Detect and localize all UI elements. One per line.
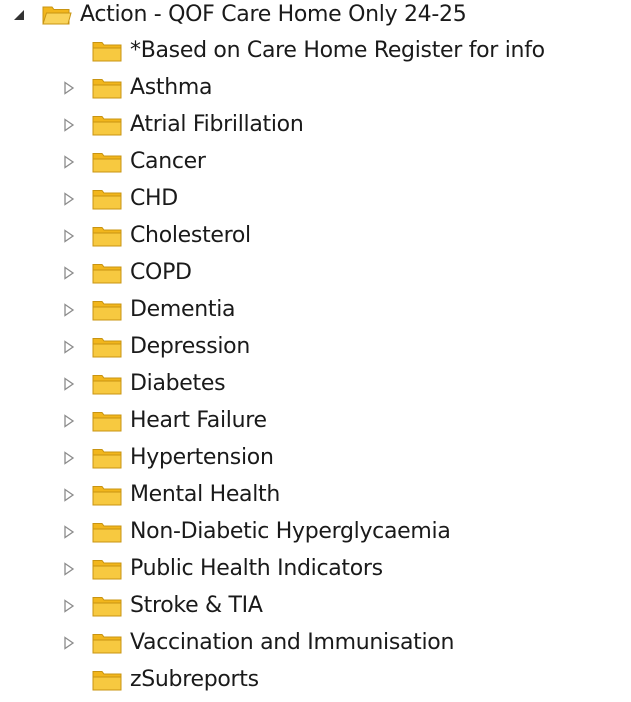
tree-node-label: Mental Health — [130, 482, 281, 507]
tree-node-label: Diabetes — [130, 371, 226, 396]
folder-icon — [92, 372, 122, 396]
tree-node-label: Stroke & TIA — [130, 593, 263, 618]
folder-icon — [92, 594, 122, 618]
tree-node-label: Depression — [130, 334, 250, 359]
tree-node-label: Atrial Fibrillation — [130, 112, 304, 137]
tree-node[interactable]: Vaccination and Immunisation — [60, 626, 454, 660]
folder-tree: Action - QOF Care Home Only 24-25 *Based… — [0, 0, 631, 702]
tree-node[interactable]: Non-Diabetic Hyperglycaemia — [60, 515, 451, 549]
collapsed-arrow-icon[interactable] — [60, 301, 78, 319]
collapsed-arrow-icon[interactable] — [60, 597, 78, 615]
tree-node[interactable]: Heart Failure — [60, 404, 267, 438]
tree-node-label: Cholesterol — [130, 223, 251, 248]
folder-icon — [92, 483, 122, 507]
tree-node[interactable]: Public Health Indicators — [60, 552, 383, 586]
tree-node[interactable]: Cancer — [60, 145, 206, 179]
collapsed-arrow-icon[interactable] — [60, 486, 78, 504]
tree-node[interactable]: Cholesterol — [60, 219, 251, 253]
collapsed-arrow-icon[interactable] — [60, 116, 78, 134]
folder-icon — [92, 187, 122, 211]
tree-node-label: COPD — [130, 260, 192, 285]
tree-node-label: Dementia — [130, 297, 236, 322]
tree-node[interactable]: CHD — [60, 182, 178, 216]
folder-icon — [92, 520, 122, 544]
tree-node-label: Heart Failure — [130, 408, 267, 433]
tree-node-label: zSubreports — [130, 667, 259, 692]
tree-node[interactable]: Depression — [60, 330, 250, 364]
tree-node[interactable]: Stroke & TIA — [60, 589, 263, 623]
collapsed-arrow-icon[interactable] — [60, 264, 78, 282]
tree-node[interactable]: Hypertension — [60, 441, 274, 475]
collapsed-arrow-icon[interactable] — [60, 190, 78, 208]
folder-icon — [92, 150, 122, 174]
collapsed-arrow-icon[interactable] — [60, 375, 78, 393]
arrow-placeholder — [60, 671, 78, 689]
tree-node[interactable]: COPD — [60, 256, 192, 290]
folder-icon — [92, 39, 122, 63]
folder-icon — [92, 261, 122, 285]
tree-node-label: Hypertension — [130, 445, 274, 470]
tree-node-label: CHD — [130, 186, 178, 211]
tree-node[interactable]: Diabetes — [60, 367, 226, 401]
collapsed-arrow-icon[interactable] — [60, 449, 78, 467]
collapsed-arrow-icon[interactable] — [60, 560, 78, 578]
folder-icon — [92, 335, 122, 359]
folder-open-icon — [42, 3, 72, 27]
tree-node-label: Vaccination and Immunisation — [130, 630, 455, 655]
tree-node[interactable]: *Based on Care Home Register for info — [60, 34, 545, 68]
arrow-placeholder — [60, 42, 78, 60]
folder-icon — [92, 224, 122, 248]
collapsed-arrow-icon[interactable] — [60, 634, 78, 652]
collapsed-arrow-icon[interactable] — [60, 523, 78, 541]
tree-node-label: Cancer — [130, 149, 206, 174]
folder-icon — [92, 409, 122, 433]
tree-node[interactable]: Mental Health — [60, 478, 280, 512]
collapsed-arrow-icon[interactable] — [60, 338, 78, 356]
tree-node-label: *Based on Care Home Register for info — [130, 38, 545, 63]
tree-node[interactable]: Dementia — [60, 293, 236, 327]
tree-root-node[interactable]: Action - QOF Care Home Only 24-25 — [10, 0, 467, 32]
tree-node[interactable]: zSubreports — [60, 663, 259, 697]
tree-node[interactable]: Asthma — [60, 71, 213, 105]
folder-icon — [92, 76, 122, 100]
tree-node[interactable]: Atrial Fibrillation — [60, 108, 304, 142]
expanded-arrow-icon[interactable] — [10, 6, 28, 24]
folder-icon — [92, 668, 122, 692]
tree-node-label: Public Health Indicators — [130, 556, 383, 581]
folder-icon — [92, 557, 122, 581]
collapsed-arrow-icon[interactable] — [60, 227, 78, 245]
folder-icon — [92, 446, 122, 470]
folder-icon — [92, 631, 122, 655]
folder-icon — [92, 298, 122, 322]
tree-root-label: Action - QOF Care Home Only 24-25 — [80, 2, 467, 27]
tree-node-label: Non-Diabetic Hyperglycaemia — [130, 519, 451, 544]
collapsed-arrow-icon[interactable] — [60, 153, 78, 171]
collapsed-arrow-icon[interactable] — [60, 79, 78, 97]
tree-node-label: Asthma — [130, 75, 213, 100]
collapsed-arrow-icon[interactable] — [60, 412, 78, 430]
folder-icon — [92, 113, 122, 137]
